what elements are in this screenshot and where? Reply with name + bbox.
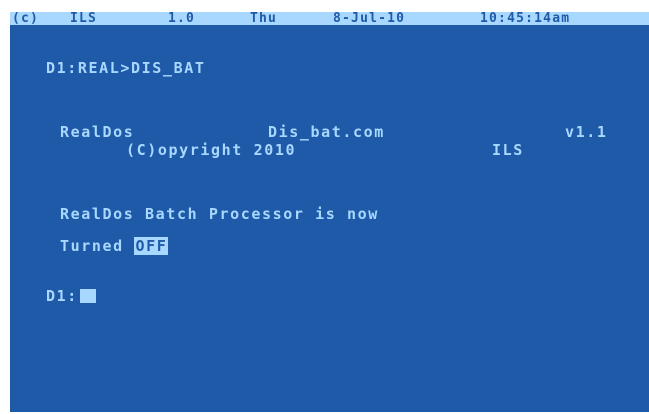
status-bar: (c) ILS 1.0 Thu 8-Jul-10 10:45:14am bbox=[10, 12, 649, 25]
state-badge: OFF bbox=[134, 237, 169, 255]
banner-company: ILS bbox=[492, 141, 524, 159]
banner-version: v1.1 bbox=[565, 123, 608, 141]
monitor-frame: (c) ILS 1.0 Thu 8-Jul-10 10:45:14am D1:R… bbox=[0, 0, 649, 414]
current-prompt-line[interactable]: D1: bbox=[46, 289, 96, 304]
status-date: 8-Jul-10 bbox=[333, 12, 406, 25]
terminal-screen[interactable]: (c) ILS 1.0 Thu 8-Jul-10 10:45:14am D1:R… bbox=[10, 12, 649, 412]
status-product: ILS bbox=[70, 12, 98, 25]
message-line: RealDos Batch Processor is now bbox=[60, 205, 379, 223]
banner-product: RealDos bbox=[60, 123, 135, 141]
banner-file: Dis_bat.com bbox=[268, 123, 385, 141]
status-version: 1.0 bbox=[168, 12, 196, 25]
command-prompt: D1:REAL> bbox=[46, 59, 132, 77]
message-state-line: Turned OFF bbox=[60, 237, 169, 255]
command-line: D1:REAL>DIS_BAT bbox=[46, 61, 205, 76]
command-text: DIS_BAT bbox=[131, 59, 206, 77]
status-day: Thu bbox=[250, 12, 278, 25]
status-copyright: (c) bbox=[12, 12, 40, 25]
banner-copyright: (C)opyright 2010 bbox=[126, 141, 297, 159]
current-prompt: D1: bbox=[46, 287, 78, 305]
message-prefix: Turned bbox=[60, 237, 124, 255]
text-cursor[interactable] bbox=[79, 289, 96, 303]
status-time: 10:45:14am bbox=[480, 12, 571, 25]
